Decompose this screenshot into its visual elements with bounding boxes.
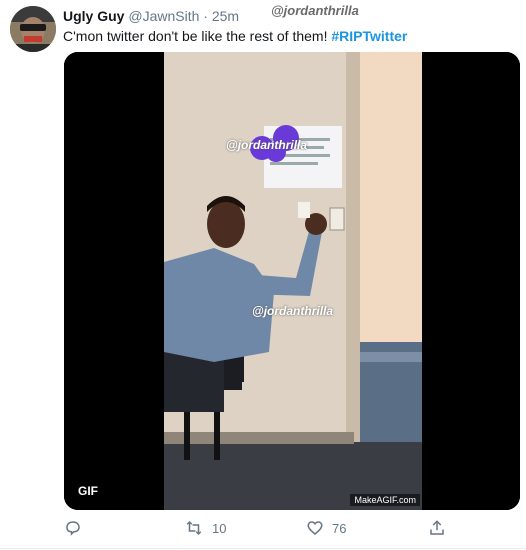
gif-media[interactable]: @jordanthrilla @jordanthrilla GIF MakeAG… xyxy=(64,52,520,510)
tweet-header: Ugly Guy @JawnSith · 25m xyxy=(63,7,239,25)
media-watermark-lower: @jordanthrilla xyxy=(252,304,334,318)
tweet-text: C'mon twitter don't be like the rest of … xyxy=(63,27,407,45)
avatar-image xyxy=(10,6,56,52)
media-watermark-upper: @jordanthrilla xyxy=(226,138,308,152)
share-button[interactable] xyxy=(428,517,446,539)
heart-icon xyxy=(307,521,323,535)
display-name[interactable]: Ugly Guy xyxy=(63,8,124,24)
tweet-actions: 10 76 xyxy=(64,517,464,539)
divider xyxy=(0,548,526,549)
separator: · xyxy=(203,8,208,24)
tweet-body: C'mon twitter don't be like the rest of … xyxy=(63,28,328,44)
timestamp[interactable]: 25m xyxy=(212,8,239,24)
retweet-button[interactable]: 10 xyxy=(184,517,226,539)
share-icon xyxy=(430,520,444,535)
avatar[interactable] xyxy=(10,6,56,52)
reply-icon xyxy=(66,521,80,536)
source-badge: MakeAGIF.com xyxy=(350,494,420,506)
like-button[interactable]: 76 xyxy=(306,517,346,539)
hashtag-link[interactable]: #RIPTwitter xyxy=(331,28,407,44)
retweet-count: 10 xyxy=(212,520,227,536)
gif-frame xyxy=(64,52,520,510)
retweet-icon xyxy=(186,520,202,536)
reply-button[interactable] xyxy=(64,517,82,539)
like-count: 76 xyxy=(332,520,347,536)
overlay-watermark: @jordanthrilla xyxy=(271,3,359,18)
tweet[interactable]: Ugly Guy @JawnSith · 25m @jordanthrilla … xyxy=(0,0,526,550)
handle[interactable]: @JawnSith xyxy=(128,8,199,24)
gif-badge: GIF xyxy=(78,484,98,498)
